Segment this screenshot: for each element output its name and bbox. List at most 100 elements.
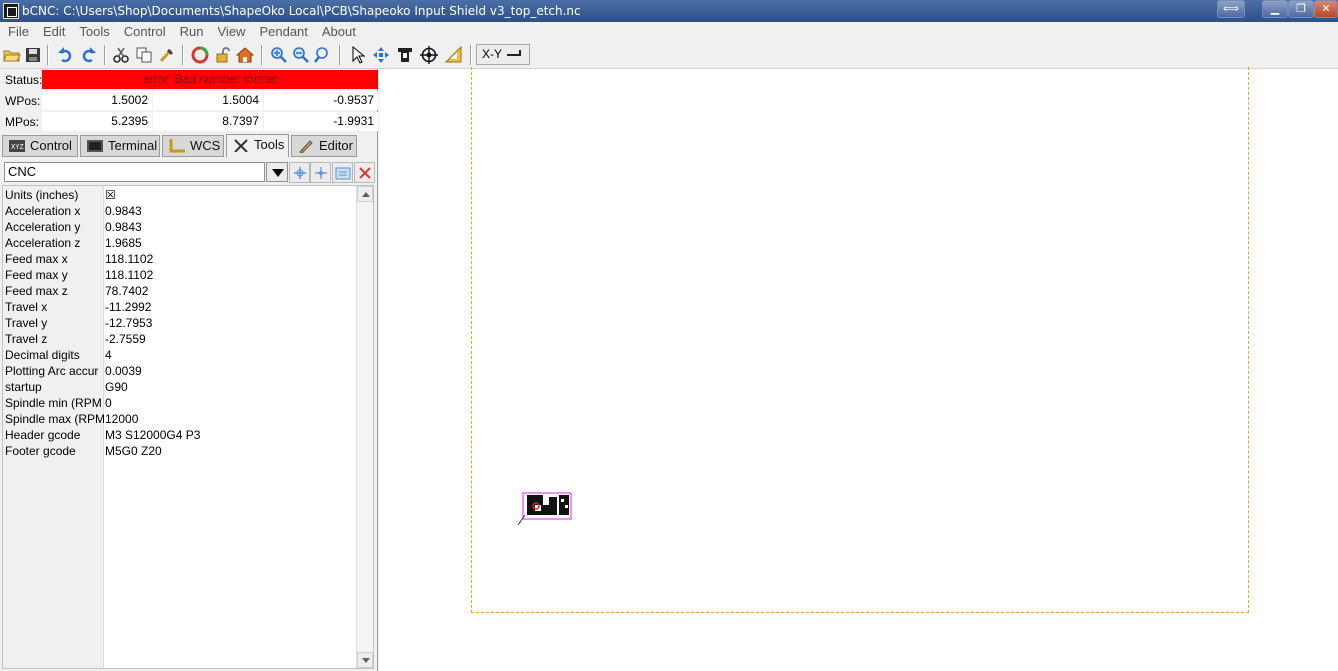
config-value[interactable]: -11.2992: [105, 299, 151, 315]
home-icon[interactable]: [234, 44, 255, 66]
wpos-y[interactable]: 1.5004: [153, 91, 263, 110]
gantry-icon[interactable]: [394, 44, 415, 66]
menu-about[interactable]: About: [315, 24, 363, 39]
config-key: Travel y: [5, 316, 48, 330]
add-icon: [293, 166, 306, 179]
tab-tools[interactable]: Tools: [226, 134, 289, 158]
mpos-y: 8.7397: [153, 112, 263, 131]
save-icon[interactable]: [22, 44, 43, 66]
menu-control[interactable]: Control: [117, 24, 173, 39]
list-item[interactable]: Decimal digits 4: [3, 347, 358, 363]
clone-config-button[interactable]: [310, 162, 331, 183]
undo-icon[interactable]: [54, 44, 75, 66]
config-value[interactable]: 118.1102: [105, 267, 153, 283]
tools-combo[interactable]: CNC: [4, 162, 265, 182]
config-key: Feed max y: [5, 268, 68, 282]
config-value[interactable]: 0.9843: [105, 203, 142, 219]
wpos-label: WPos:: [5, 94, 41, 108]
cut-icon[interactable]: [110, 44, 131, 66]
status-row: Status: error: Bad number format: [0, 69, 378, 90]
scroll-up-icon[interactable]: [357, 186, 373, 202]
tab-control[interactable]: XYZ Control: [2, 135, 78, 157]
menu-file[interactable]: File: [0, 24, 36, 39]
config-value[interactable]: ☒: [105, 187, 116, 203]
maximize-button[interactable]: ❐: [1288, 0, 1314, 18]
close-button[interactable]: ✕: [1314, 0, 1338, 18]
zoom-in-icon[interactable]: [268, 44, 289, 66]
config-value[interactable]: -12.7953: [105, 315, 152, 331]
config-value[interactable]: -2.7559: [105, 331, 146, 347]
menu-edit[interactable]: Edit: [36, 24, 72, 39]
menu-view[interactable]: View: [211, 24, 253, 39]
list-item[interactable]: Travel y -12.7953: [3, 315, 358, 331]
config-value[interactable]: 4: [105, 347, 112, 363]
select-icon[interactable]: [347, 44, 368, 66]
config-key: Units (inches): [5, 188, 79, 202]
config-key: startup: [5, 380, 42, 394]
config-scrollbar[interactable]: [356, 186, 373, 668]
tab-editor[interactable]: Editor: [291, 135, 357, 157]
config-value[interactable]: 0.9843: [105, 219, 142, 235]
config-value[interactable]: G90: [105, 379, 128, 395]
tab-wcs[interactable]: WCS: [162, 135, 224, 157]
move-icon[interactable]: [370, 44, 391, 66]
app-icon[interactable]: [3, 3, 19, 19]
view-select[interactable]: X-Y: [476, 44, 530, 65]
paste-icon[interactable]: [156, 44, 177, 66]
list-item[interactable]: Header gcode M3 S12000G4 P3: [3, 427, 358, 443]
menu-pendant[interactable]: Pendant: [252, 24, 314, 39]
mpos-row: MPos: 5.2395 8.7397 -1.9931: [0, 111, 378, 132]
list-item[interactable]: Travel x -11.2992: [3, 299, 358, 315]
mpos-x: 5.2395: [42, 112, 152, 131]
config-value[interactable]: 0: [105, 395, 112, 411]
list-item[interactable]: Units (inches) ☒: [3, 187, 358, 203]
list-item[interactable]: Acceleration z 1.9685: [3, 235, 358, 251]
config-key: Acceleration y: [5, 220, 81, 234]
wpos-x[interactable]: 1.5002: [42, 91, 152, 110]
menu-bar: File Edit Tools Control Run View Pendant…: [0, 22, 1338, 41]
config-value[interactable]: 0.0039: [105, 363, 142, 379]
control-icon: XYZ: [9, 140, 25, 152]
ruler-icon[interactable]: [443, 44, 464, 66]
list-item[interactable]: Acceleration y 0.9843: [3, 219, 358, 235]
list-item[interactable]: Spindle min (RPM 0: [3, 395, 358, 411]
config-value[interactable]: 118.1102: [105, 251, 153, 267]
copy-icon[interactable]: [133, 44, 154, 66]
chevron-down-icon[interactable]: [266, 162, 288, 182]
zoom-fit-icon[interactable]: [312, 44, 333, 66]
config-value[interactable]: 12000: [105, 411, 138, 427]
tab-terminal-label: Terminal: [108, 138, 158, 153]
redo-icon[interactable]: [78, 44, 99, 66]
config-value[interactable]: M5G0 Z20: [105, 443, 162, 459]
scroll-down-icon[interactable]: [357, 652, 373, 668]
open-icon[interactable]: [1, 44, 22, 66]
list-item[interactable]: Feed max z 78.7402: [3, 283, 358, 299]
list-item[interactable]: Plotting Arc accur 0.0039: [3, 363, 358, 379]
config-value[interactable]: M3 S12000G4 P3: [105, 427, 200, 443]
config-value[interactable]: 78.7402: [105, 283, 148, 299]
minimize-button[interactable]: ▁: [1262, 0, 1288, 18]
gcode-canvas[interactable]: [379, 67, 1338, 671]
tab-terminal[interactable]: Terminal: [80, 135, 160, 157]
list-item[interactable]: Feed max x 118.1102: [3, 251, 358, 267]
unlock-icon[interactable]: [212, 44, 233, 66]
list-item[interactable]: Travel z -2.7559: [3, 331, 358, 347]
list-item[interactable]: Feed max y 118.1102: [3, 267, 358, 283]
rename-config-button[interactable]: [332, 162, 353, 183]
reload-icon[interactable]: [189, 44, 210, 66]
zoom-out-icon[interactable]: [290, 44, 311, 66]
svg-text:XYZ: XYZ: [11, 143, 24, 151]
origin-icon[interactable]: [418, 44, 439, 66]
list-item[interactable]: Footer gcode M5G0 Z20: [3, 443, 358, 459]
restore-icon[interactable]: ⟺: [1217, 0, 1245, 18]
list-item[interactable]: Spindle max (RPM 12000: [3, 411, 358, 427]
list-item[interactable]: startup G90: [3, 379, 358, 395]
list-item[interactable]: Acceleration x 0.9843: [3, 203, 358, 219]
config-value[interactable]: 1.9685: [105, 235, 142, 251]
menu-tools[interactable]: Tools: [72, 24, 116, 39]
menu-run[interactable]: Run: [173, 24, 211, 39]
delete-config-button[interactable]: [354, 162, 375, 183]
config-key: Spindle max (RPM: [5, 412, 104, 426]
add-config-button[interactable]: [289, 162, 310, 183]
wpos-z[interactable]: -0.9537: [264, 91, 378, 110]
